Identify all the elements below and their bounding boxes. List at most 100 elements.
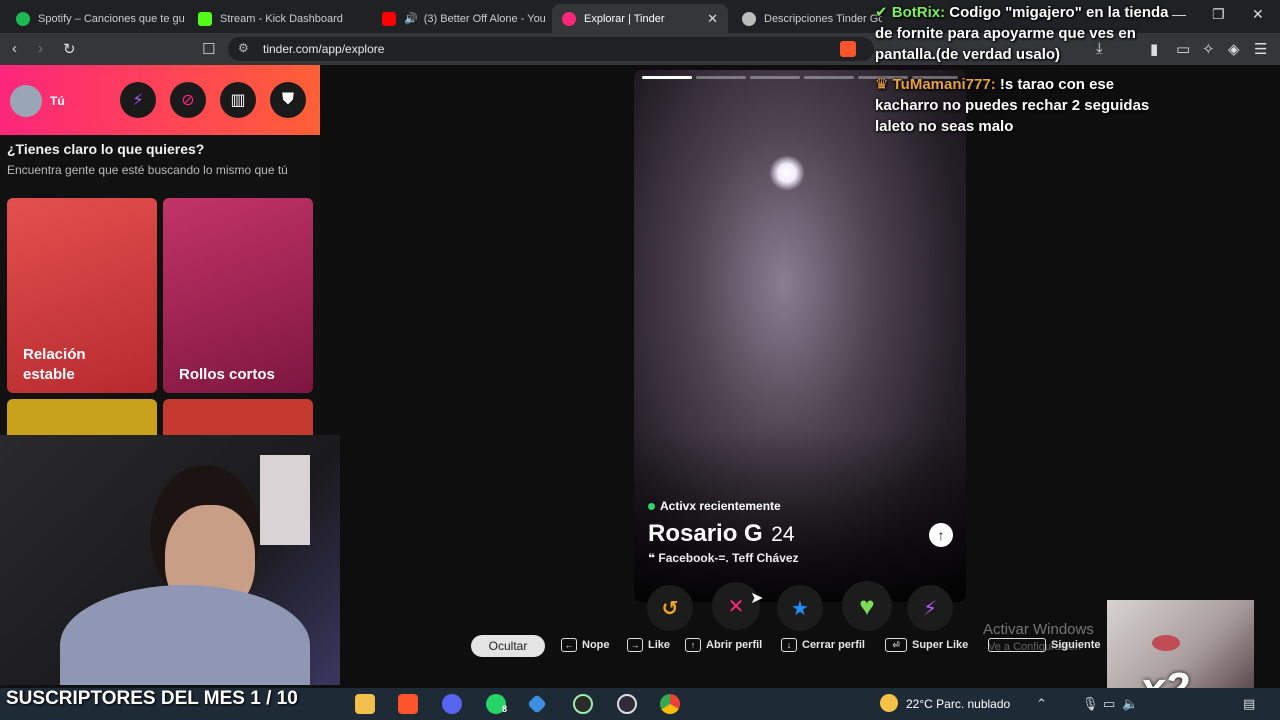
file-explorer-icon[interactable] (355, 694, 375, 714)
arrow-down-icon: ↓ (781, 638, 797, 652)
heart-icon: ♥ (859, 590, 875, 621)
bio-text: Facebook-=. Teff Chávez (658, 551, 799, 565)
photo-indicator (750, 76, 800, 79)
obs-icon[interactable] (617, 694, 637, 714)
bookmark-icon[interactable]: ☐ (202, 40, 215, 58)
address-bar[interactable]: ⚙ tinder.com/app/explore (228, 37, 874, 61)
subs-banner: SUSCRIPTORES DEL MES 1 / 10 (6, 688, 298, 709)
phone-flash (769, 155, 805, 191)
close-window-icon[interactable]: ✕ (1252, 6, 1264, 23)
reload-icon[interactable]: ↻ (63, 40, 76, 58)
chat-message-tumamani: ♛ TuMamani777: !s tarao con ese kacharro… (875, 74, 1170, 137)
user-label[interactable]: Tú (50, 94, 65, 108)
explore-heading: ¿Tienes claro lo que quieres? (7, 141, 205, 157)
chat-username: TuMamani777: (892, 76, 996, 93)
compass-icon[interactable]: ⊘ (170, 82, 206, 118)
hint-label: Cerrar perfil (802, 639, 865, 651)
verified-icon: ✔ (875, 4, 888, 21)
hint-label: Like (648, 639, 671, 651)
boost-button[interactable]: ⚡ (907, 585, 953, 631)
card-yellow[interactable] (7, 399, 157, 435)
tab-spotify[interactable]: Spotify – Canciones que te gu (6, 4, 184, 33)
photo-indicator (804, 76, 854, 79)
super-like-button[interactable]: ★ (777, 585, 823, 631)
tab-youtube[interactable]: 🔊 (3) Better Off Alone - You (372, 4, 548, 33)
profile-age: 24 (771, 523, 795, 546)
mouse-cursor-icon: ➤ (750, 590, 764, 607)
app-round-icon[interactable] (573, 694, 593, 714)
tab-descripciones[interactable]: Descripciones Tinder Go (732, 4, 882, 33)
bolt-icon[interactable]: ⚡ (120, 82, 156, 118)
hide-hints-button[interactable]: Ocultar (471, 635, 545, 657)
hint-super-like: ⏎ Super Like (885, 638, 968, 652)
microphone-icon[interactable]: 🎙 (1082, 696, 1099, 712)
card-red[interactable] (163, 399, 313, 435)
spotify-icon (16, 11, 30, 26)
briefcase-icon[interactable]: ▥ (220, 82, 256, 118)
profile-card[interactable]: Activx recientemente Rosario G 24 ❝ Face… (634, 70, 966, 602)
quote-icon: ❝ (648, 551, 659, 565)
back-icon[interactable]: ‹ (12, 40, 17, 57)
rewind-button[interactable]: ↺ (647, 585, 693, 631)
hide-label: Ocultar (488, 639, 528, 653)
close-tab-icon[interactable]: ✕ (699, 11, 718, 27)
speaker-icon: 🔊 (404, 13, 418, 25)
status-text: Activx recientemente (660, 499, 781, 513)
explore-subheading: Encuentra gente que esté buscando lo mis… (7, 163, 288, 177)
tab-tinder[interactable]: Explorar | Tinder ✕ (552, 4, 728, 33)
chat-message-botrix: ✔ BotRix: Codigo "migajero" en la tienda… (875, 2, 1180, 65)
avatar[interactable] (10, 85, 42, 117)
card-relacion-estable[interactable]: Relación estable (7, 198, 157, 393)
like-button[interactable]: ♥ (842, 581, 892, 631)
activate-windows-subtitle: Ve a Configuración (988, 641, 1081, 653)
card-rollos-cortos[interactable]: Rollos cortos (163, 198, 313, 393)
forward-icon[interactable]: › (38, 40, 43, 57)
online-dot-icon (648, 502, 655, 510)
star-icon: ★ (791, 597, 809, 620)
shield-icon[interactable]: ⛊ (270, 82, 306, 118)
arrow-up-icon: ↑ (685, 638, 701, 652)
tab-title: Spotify – Canciones que te gu (38, 12, 184, 25)
info-gradient (634, 430, 966, 602)
hint-close-profile: ↓ Cerrar perfil (781, 638, 865, 652)
arrow-right-icon: → (627, 638, 643, 652)
tab-title: Stream - Kick Dashboard (220, 12, 343, 25)
notifications-icon[interactable]: ▤ (1243, 696, 1255, 712)
rewind-icon: ↺ (661, 597, 679, 620)
cat-mouth (1152, 635, 1180, 651)
chrome-icon[interactable] (660, 694, 680, 714)
site-info-icon[interactable]: ⚙ (238, 41, 249, 55)
menu-icon[interactable]: ☰ (1254, 40, 1267, 58)
whatsapp-badge: 8 (502, 704, 508, 714)
crown-icon: ♛ (875, 76, 889, 93)
openai-icon (742, 11, 756, 26)
profile-bio: ❝ Facebook-=. Teff Chávez (648, 551, 799, 565)
youtube-icon (382, 11, 396, 26)
network-icon[interactable]: ▭ (1103, 696, 1115, 712)
tab-title: Explorar | Tinder (584, 12, 665, 25)
card-label: Relación estable (23, 346, 86, 383)
brave-icon[interactable] (398, 694, 418, 714)
tab-title: (3) Better Off Alone - You (423, 12, 546, 25)
profile-name-row: Rosario G 24 (648, 520, 795, 548)
discord-icon[interactable] (442, 694, 462, 714)
weather-text[interactable]: 22°C Parc. nublado (906, 697, 1010, 711)
tray-chevron-icon[interactable]: ⌃ (1036, 696, 1047, 712)
sidebar-header: Tú ⚡ ⊘ ▥ ⛊ (0, 65, 320, 135)
hint-nope: ← Nope (561, 638, 610, 652)
card-label: Rollos cortos (179, 366, 275, 383)
volume-icon[interactable]: 🔈 (1122, 696, 1138, 712)
streamer-shirt (60, 585, 310, 685)
tab-kick[interactable]: Stream - Kick Dashboard (188, 4, 368, 33)
open-profile-icon[interactable]: ↑ (929, 523, 953, 547)
maximize-icon[interactable]: ❐ (1212, 6, 1225, 23)
tab-title: Descripciones Tinder Go (764, 12, 882, 25)
brave-shield-icon[interactable] (840, 41, 856, 57)
ai-icon[interactable]: ✧ (1202, 40, 1215, 58)
activate-windows-title: Activar Windows (983, 621, 1094, 638)
hint-label: Nope (582, 639, 610, 651)
weather-icon (880, 694, 898, 712)
nope-icon: ✕ (727, 595, 745, 618)
vpn-icon[interactable]: ◈ (1228, 40, 1240, 58)
photo-indicator-active (642, 76, 692, 79)
